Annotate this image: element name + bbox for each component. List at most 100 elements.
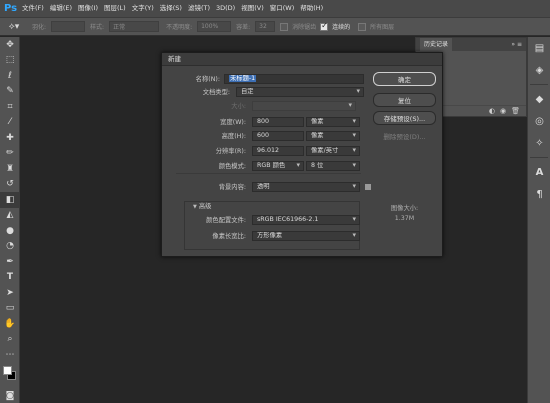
type-tool-icon[interactable]: T (0, 270, 20, 286)
menu-edit[interactable]: 编辑(E) (47, 0, 75, 17)
quick-select-tool-icon[interactable]: ✎ (0, 84, 20, 100)
colormode-select[interactable]: RGB 颜色 (252, 160, 304, 171)
menu-filter[interactable]: 滤镜(T) (185, 0, 213, 17)
quick-mask-icon[interactable]: ◙ (0, 389, 20, 403)
rectangle-tool-icon[interactable]: ▭ (0, 301, 20, 317)
tolerance-input[interactable]: 32 (255, 21, 276, 32)
height-input[interactable]: 600 (252, 130, 304, 141)
resolution-label: 分辨率(R): (215, 148, 246, 155)
feather-label: 羽化: (32, 24, 47, 31)
magic-eraser-icon[interactable]: ⟡▾ (4, 20, 24, 34)
tolerance-label: 容差: (236, 24, 251, 31)
eraser-tool-icon[interactable]: ◧ (0, 192, 20, 208)
paint-bucket-tool-icon[interactable]: ◭ (0, 208, 20, 224)
bitdepth-select[interactable]: 8 位 (306, 160, 360, 171)
colormode-label: 颜色模式: (218, 163, 246, 170)
size-label: 大小: (231, 103, 246, 110)
pixel-aspect-label: 像素长宽比: (212, 233, 246, 240)
menu-select[interactable]: 选择(S) (157, 0, 185, 17)
crop-tool-icon[interactable]: ⌗ (0, 99, 20, 115)
feather-input[interactable] (51, 21, 86, 32)
image-size-value: 1.37M (394, 215, 415, 222)
history-brush-tool-icon[interactable]: ↺ (0, 177, 20, 193)
path-selection-tool-icon[interactable]: ➤ (0, 285, 20, 301)
channels-icon[interactable]: ◎ (528, 110, 550, 132)
resolution-input[interactable]: 96.012 (252, 145, 304, 156)
color-swatches[interactable] (0, 363, 20, 389)
paragraph-icon[interactable]: ¶ (528, 183, 550, 205)
options-bar: ⟡▾ 羽化: 样式: 正常 不透明度: 100% 容差: 32 消除锯齿 连续的… (0, 17, 550, 36)
preset-select[interactable]: 自定 (236, 86, 364, 97)
opacity-label: 不透明度: (166, 24, 193, 31)
camera-icon[interactable]: ◉ (500, 107, 506, 115)
size-select[interactable] (252, 100, 356, 111)
history-panel-icon[interactable]: ▤ (528, 37, 550, 59)
advanced-title[interactable]: ▼ 高级 (193, 201, 211, 210)
background-color-swatch[interactable] (364, 182, 372, 191)
contiguous-label: 连续的 (332, 24, 351, 31)
zoom-tool-icon[interactable]: ⌕ (0, 332, 20, 348)
background-select[interactable]: 透明 (252, 181, 360, 192)
move-tool-icon[interactable]: ✥ (0, 37, 20, 53)
width-unit-select[interactable]: 像素 (306, 116, 360, 127)
menu-file[interactable]: 文件(F) (19, 0, 47, 17)
edit-toolbar-icon[interactable]: ⋯ (0, 347, 20, 363)
antialias-checkbox[interactable] (280, 22, 289, 31)
height-label: 高度(H): (221, 133, 246, 140)
image-size-label: 图像大小: (390, 205, 419, 212)
brush-tool-icon[interactable]: ✏ (0, 146, 20, 162)
menu-help[interactable]: 帮助(H) (297, 0, 326, 17)
background-label: 背景内容: (218, 184, 246, 191)
clone-stamp-tool-icon[interactable]: ♜ (0, 161, 20, 177)
advanced-group: ▼ 高级 (184, 201, 360, 250)
eyedropper-tool-icon[interactable]: ⁄ (0, 115, 20, 131)
opacity-input[interactable]: 100% (197, 21, 232, 32)
save-preset-button[interactable]: 存储预设(S)... (373, 111, 436, 125)
menu-3d[interactable]: 3D(D) (213, 0, 238, 17)
all-layers-checkbox[interactable] (358, 22, 367, 31)
panel-menu-icon[interactable]: » ≡ (511, 41, 522, 48)
pen-tool-icon[interactable]: ✒ (0, 254, 20, 270)
delete-preset-button: 删除预设(D)... (383, 133, 426, 141)
dodge-tool-icon[interactable]: ◔ (0, 239, 20, 255)
resolution-unit-select[interactable]: 像素/英寸 (306, 145, 360, 156)
healing-brush-tool-icon[interactable]: ✚ (0, 130, 20, 146)
menu-type[interactable]: 文字(Y) (129, 0, 157, 17)
antialias-label: 消除锯齿 (292, 24, 317, 31)
paths-icon[interactable]: ✧ (528, 132, 550, 154)
width-input[interactable]: 800 (252, 116, 304, 127)
photoshop-logo: Ps (3, 3, 18, 14)
layers-icon[interactable]: ◆ (528, 88, 550, 110)
menu-image[interactable]: 图像(I) (75, 0, 101, 17)
height-unit-select[interactable]: 像素 (306, 130, 360, 141)
new-snapshot-icon[interactable]: ◐ (489, 107, 495, 115)
history-panel-tab[interactable]: 历史记录 (420, 38, 453, 51)
contiguous-checkbox[interactable] (320, 21, 329, 31)
preset-label: 文档类型: (202, 89, 230, 96)
adjustments-icon[interactable]: ◈ (528, 59, 550, 81)
style-select[interactable]: 正常 (109, 21, 160, 32)
profile-select[interactable]: sRGB IEC61966-2.1 (252, 214, 360, 225)
menu-layer[interactable]: 图层(L) (101, 0, 129, 17)
dialog-title: 新建 (162, 53, 442, 66)
character-icon[interactable]: A (528, 161, 550, 183)
reset-button[interactable]: 复位 (373, 93, 436, 107)
trash-icon[interactable]: 🗑 (511, 107, 520, 115)
all-layers-label: 所有图层 (370, 24, 395, 31)
marquee-tool-icon[interactable]: ⬚ (0, 53, 20, 69)
pixel-aspect-select[interactable]: 方形像素 (252, 230, 360, 241)
hand-tool-icon[interactable]: ✋ (0, 316, 20, 332)
width-label: 宽度(W): (220, 119, 246, 126)
blur-tool-icon[interactable]: ● (0, 223, 20, 239)
menu-window[interactable]: 窗口(W) (267, 0, 298, 17)
dialog-divider (176, 173, 361, 174)
foreground-color-swatch[interactable] (3, 365, 12, 375)
menu-view[interactable]: 视图(V) (238, 0, 267, 17)
new-document-dialog: 新建 名称(N): 未标题-1 文档类型: 自定 大小: 宽度(W): 800 … (161, 52, 443, 257)
lasso-tool-icon[interactable]: ℓ (0, 68, 20, 84)
name-value: 未标题-1 (229, 74, 257, 82)
name-field[interactable]: 未标题-1 (224, 73, 364, 84)
ok-button[interactable]: 确定 (373, 72, 436, 86)
right-panel-strip: ▤ ◈ ◆ ◎ ✧ A ¶ (527, 37, 550, 403)
menu-bar: Ps 文件(F) 编辑(E) 图像(I) 图层(L) 文字(Y) 选择(S) 滤… (0, 0, 550, 17)
